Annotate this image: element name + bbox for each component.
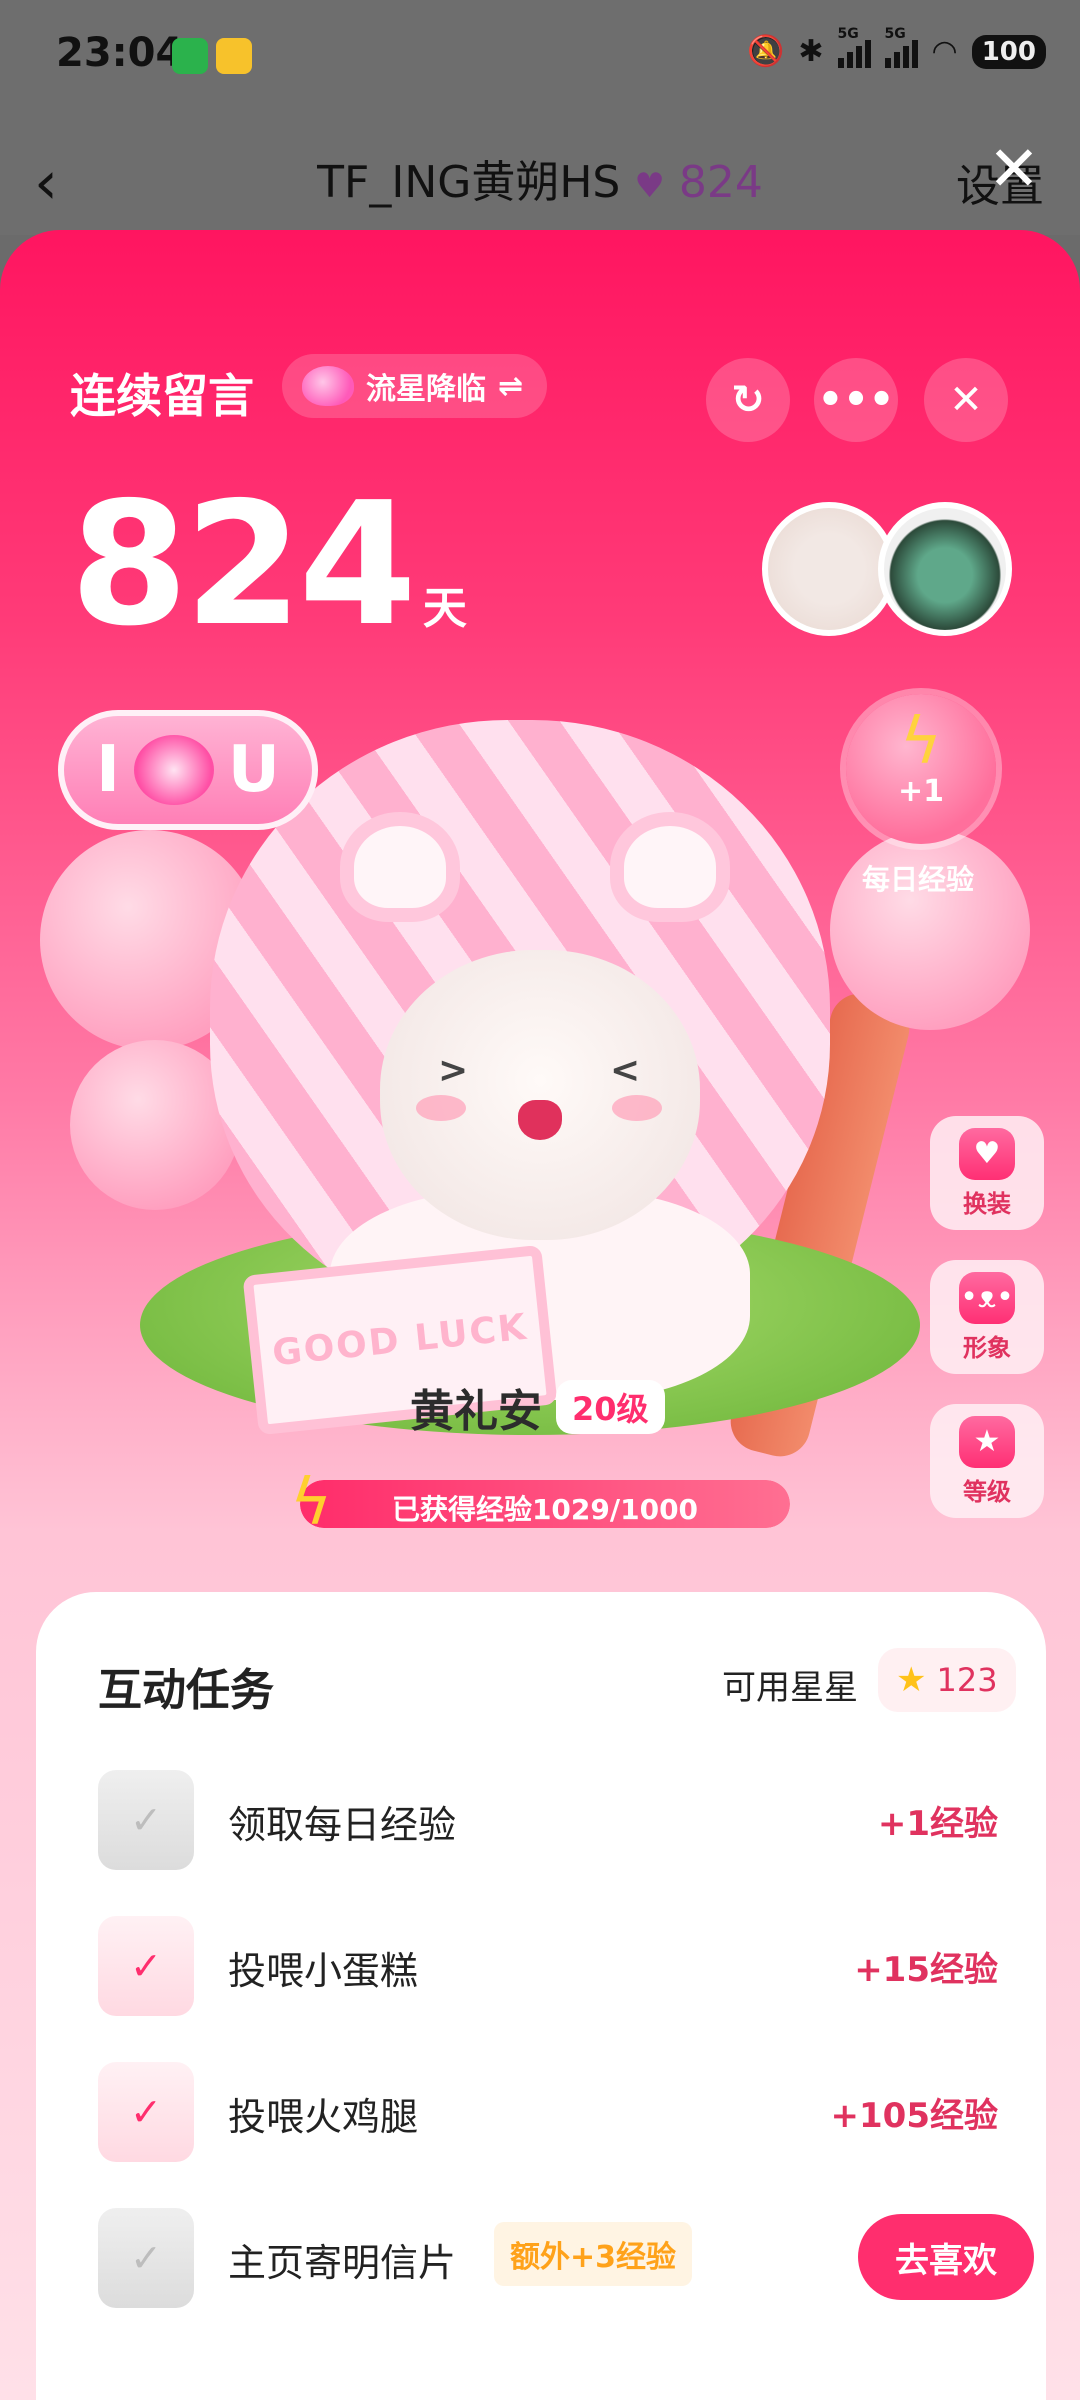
status-bar: 23:04 🔕 ✱ 5G 5G ◠ 100 xyxy=(0,0,1080,110)
task-row: ✓ 投喂火鸡腿 +105经验 xyxy=(98,2062,998,2162)
network-type-a: 5G xyxy=(837,25,859,42)
heart-count: 824 xyxy=(678,157,763,208)
pet-level-badge: 20级 xyxy=(556,1380,665,1434)
check-icon: ✓ xyxy=(98,1916,194,2016)
network-type-b: 5G xyxy=(884,25,906,42)
heart-icon xyxy=(133,735,214,805)
iu-letter-i: I xyxy=(96,733,120,807)
wifi-icon: ◠ xyxy=(931,34,958,69)
outfit-icon: ♥ xyxy=(959,1127,1015,1180)
task-label: 主页寄明信片 xyxy=(228,2241,457,2285)
pet-eye: > xyxy=(438,1050,469,1091)
stars-label: 可用星星 xyxy=(722,1668,858,1708)
more-icon: ••• xyxy=(817,377,895,423)
star-badge-icon: ★ xyxy=(959,1415,1015,1468)
task-label: 投喂火鸡腿 xyxy=(228,2095,419,2139)
task-label: 投喂小蛋糕 xyxy=(228,1949,419,1993)
like-action-button[interactable]: 去喜欢 xyxy=(858,2214,1034,2300)
streak-number: 824 xyxy=(70,466,417,664)
task-reward: +105经验 xyxy=(830,2096,998,2136)
pet-ear xyxy=(610,812,730,922)
signal-icon: 5G xyxy=(837,26,871,68)
daily-exp-button[interactable]: ϟ +1 xyxy=(846,694,996,844)
task-row: ✓ 投喂小蛋糕 +15经验 xyxy=(98,1916,998,2016)
task-card: 互动任务 可用星星 ★ 123 ✓ 领取每日经验 +1经验 ✓ 投喂小蛋糕 +1… xyxy=(36,1592,1046,2400)
share-icon: ↻ xyxy=(731,377,765,423)
battery-indicator: 100 xyxy=(971,34,1046,69)
bluetooth-icon: ✱ xyxy=(798,34,824,69)
check-icon: ✓ xyxy=(98,1770,194,1870)
status-time: 23:04 xyxy=(56,30,184,76)
status-icons: 🔕 ✱ 5G 5G ◠ 100 xyxy=(747,26,1046,69)
exp-text: 已获得经验1029/1000 xyxy=(391,1493,699,1526)
check-icon: ✓ xyxy=(98,2208,194,2308)
signal-icon-2: 5G xyxy=(884,26,918,68)
task-card-title: 互动任务 xyxy=(98,1665,274,1716)
share-button[interactable]: ↻ xyxy=(706,358,790,442)
appearance-button[interactable]: •ᴥ• 形象 xyxy=(930,1260,1044,1374)
task-label: 领取每日经验 xyxy=(228,1803,457,1847)
mode-switch-button[interactable]: 流星降临 ⇌ xyxy=(282,354,548,418)
swap-icon: ⇌ xyxy=(498,368,524,404)
daily-exp-value: +1 xyxy=(897,774,944,809)
sheet-title: 连续留言 xyxy=(70,369,254,423)
heart-orb-icon xyxy=(302,366,354,406)
pet-eye: < xyxy=(610,1050,641,1091)
pet-blush xyxy=(416,1095,466,1121)
task-row: ✓ 主页寄明信片 额外+3经验 去喜欢 xyxy=(98,2208,1034,2308)
level-button[interactable]: ★ 等级 xyxy=(930,1404,1044,1518)
chat-title-text: TF_ING黄朔HS xyxy=(317,157,621,208)
pet-ear xyxy=(340,812,460,922)
i-love-you-badge: I U xyxy=(58,710,318,830)
close-icon: ✕ xyxy=(949,377,983,423)
weibo-icon xyxy=(216,38,252,74)
lightning-icon: ϟ xyxy=(899,705,943,779)
task-row: ✓ 领取每日经验 +1经验 xyxy=(98,1770,998,1870)
avatar-pair[interactable] xyxy=(762,502,1012,642)
heart-icon: ♥ xyxy=(634,166,665,206)
appearance-label: 形象 xyxy=(963,1333,1011,1362)
close-button[interactable]: ✕ xyxy=(924,358,1008,442)
streak-sheet: 连续留言 流星降临 ⇌ ↻ ••• ✕ 824 天 > < GOOD LUCK I… xyxy=(0,230,1080,2400)
pig-face-icon: •ᴥ• xyxy=(959,1271,1015,1324)
task-reward: +1经验 xyxy=(877,1804,998,1844)
outfit-label: 换装 xyxy=(963,1189,1011,1218)
streak-days: 824 天 xyxy=(70,480,467,650)
stars-count: 123 xyxy=(936,1661,998,1699)
avatar[interactable] xyxy=(878,502,1012,636)
task-reward: +15经验 xyxy=(854,1950,998,1990)
pet-face[interactable]: > < xyxy=(380,950,700,1240)
mode-label: 流星降临 xyxy=(366,372,486,407)
mute-bell-icon: 🔕 xyxy=(747,34,785,69)
exp-progress: ϟ 已获得经验1029/1000 xyxy=(290,1466,790,1540)
more-button[interactable]: ••• xyxy=(814,358,898,442)
close-overlay-icon[interactable]: ✕ xyxy=(988,132,1040,205)
pet-blush xyxy=(612,1095,662,1121)
avatar[interactable] xyxy=(762,502,896,636)
outfit-button[interactable]: ♥ 换装 xyxy=(930,1116,1044,1230)
pet-name: 黄礼安 xyxy=(410,1386,542,1437)
iu-letter-u: U xyxy=(227,733,280,807)
pet-name-row: 黄礼安 20级 xyxy=(410,1375,665,1439)
chat-nav-bar: ‹ TF_ING黄朔HS ♥ 824 设置 ✕ xyxy=(0,110,1080,235)
star-icon: ★ xyxy=(896,1660,927,1700)
wechat-icon xyxy=(172,38,208,74)
extra-exp-badge: 额外+3经验 xyxy=(494,2222,693,2286)
level-label: 等级 xyxy=(963,1477,1011,1506)
stars-balance[interactable]: ★ 123 xyxy=(878,1648,1016,1712)
pet-mouth xyxy=(518,1100,562,1140)
check-icon: ✓ xyxy=(98,2062,194,2162)
chat-title: TF_ING黄朔HS ♥ 824 xyxy=(0,146,1080,210)
streak-unit: 天 xyxy=(422,583,467,634)
daily-exp-label: 每日经验 xyxy=(862,863,975,896)
